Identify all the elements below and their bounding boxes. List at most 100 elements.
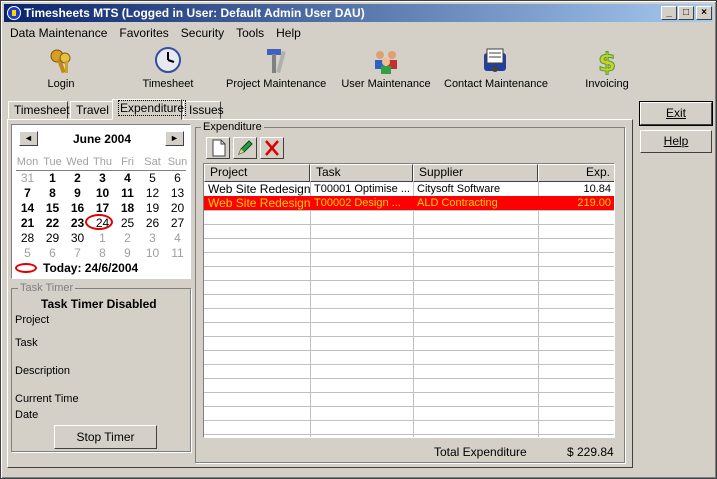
calendar-day[interactable]: 9 xyxy=(65,186,90,200)
menu-favorites[interactable]: Favorites xyxy=(113,24,174,42)
calendar-day[interactable]: 7 xyxy=(65,246,90,260)
calendar-day[interactable]: 13 xyxy=(165,186,190,200)
calendar-day[interactable]: 31 xyxy=(15,171,40,185)
minimize-button[interactable]: _ xyxy=(661,6,677,20)
today-label[interactable]: Today: 24/6/2004 xyxy=(43,261,138,275)
grid-row-line xyxy=(204,406,614,407)
calendar-day[interactable]: 6 xyxy=(40,246,65,260)
column-header-exp[interactable]: Exp. xyxy=(538,164,614,182)
calendar-day[interactable]: 2 xyxy=(65,171,90,185)
contact-maintenance-button[interactable]: Contact Maintenance xyxy=(444,45,548,95)
next-month-button[interactable]: ► xyxy=(165,131,184,146)
calendar-day[interactable]: 3 xyxy=(140,231,165,245)
column-header-task[interactable]: Task xyxy=(310,164,413,182)
calendar-day[interactable]: 17 xyxy=(90,201,115,215)
contact-maintenance-label: Contact Maintenance xyxy=(444,78,548,90)
app-icon[interactable] xyxy=(7,6,21,20)
cell-project: Web Site Redesign xyxy=(208,182,310,196)
calendar-day[interactable]: 10 xyxy=(90,186,115,200)
menu-tools[interactable]: Tools xyxy=(230,24,270,42)
calendar-day[interactable]: 11 xyxy=(165,246,190,260)
calendar-day[interactable]: 1 xyxy=(40,171,65,185)
maximize-button[interactable]: □ xyxy=(678,6,694,20)
calendar-day[interactable]: 15 xyxy=(40,201,65,215)
title-bar[interactable]: Timesheets MTS (Logged in User: Default … xyxy=(4,4,713,22)
cell-project: Web Site Redesign xyxy=(208,196,310,210)
grid-row-line xyxy=(204,392,614,393)
edit-expenditure-button[interactable] xyxy=(233,137,257,159)
calendar-day[interactable]: 21 xyxy=(15,216,40,230)
calendar-day[interactable]: 7 xyxy=(15,186,40,200)
timesheet-button[interactable]: Timesheet xyxy=(138,45,198,95)
calendar-day[interactable]: 28 xyxy=(15,231,40,245)
total-expenditure-label: Total Expenditure xyxy=(434,445,527,459)
calendar-day[interactable]: 22 xyxy=(40,216,65,230)
calendar-day[interactable]: 11 xyxy=(115,186,140,200)
grid-row-line xyxy=(204,280,614,281)
calendar-day[interactable]: 10 xyxy=(140,246,165,260)
calendar-day[interactable]: 19 xyxy=(140,201,165,215)
calendar-day[interactable]: 20 xyxy=(165,201,190,215)
calendar-day[interactable]: 8 xyxy=(90,246,115,260)
calendar-day[interactable]: 14 xyxy=(15,201,40,215)
close-button[interactable]: × xyxy=(696,6,712,20)
calendar-day[interactable]: 29 xyxy=(40,231,65,245)
cell-supplier: ALD Contracting xyxy=(417,197,498,209)
expenditure-group-label: Expenditure xyxy=(201,121,264,133)
calendar-day[interactable]: 5 xyxy=(140,171,165,185)
calendar-day[interactable]: 30 xyxy=(65,231,90,245)
menu-data-maintenance[interactable]: Data Maintenance xyxy=(4,24,113,42)
tab-issues[interactable]: Issues xyxy=(183,101,224,119)
calendar-day[interactable]: 5 xyxy=(15,246,40,260)
tools-icon xyxy=(261,47,291,75)
calendar-day[interactable]: 4 xyxy=(115,171,140,185)
calendar-day[interactable]: 9 xyxy=(115,246,140,260)
project-maintenance-label: Project Maintenance xyxy=(226,78,327,90)
calendar-day[interactable]: 1 xyxy=(90,231,115,245)
delete-expenditure-button[interactable] xyxy=(260,137,284,159)
column-header-supplier[interactable]: Supplier xyxy=(413,164,538,182)
project-maintenance-button[interactable]: Project Maintenance xyxy=(226,45,326,95)
calendar-day[interactable]: 27 xyxy=(165,216,190,230)
tab-travel[interactable]: Travel xyxy=(70,101,114,119)
calendar-day[interactable]: 16 xyxy=(65,201,90,215)
calendar-day[interactable]: 25 xyxy=(115,216,140,230)
help-button[interactable]: Help xyxy=(640,130,712,153)
grid-row-line xyxy=(204,420,614,421)
calendar-day[interactable]: 26 xyxy=(140,216,165,230)
toolbar: Login Timesheet Project Maintenance User… xyxy=(4,45,713,95)
table-row-selected[interactable]: Web Site Redesign T00002 Design ... ALD … xyxy=(204,196,614,210)
column-header-project[interactable]: Project xyxy=(204,164,310,182)
grid-row-line xyxy=(204,294,614,295)
calendar-month: June 2004 xyxy=(72,132,132,146)
calendar-day[interactable]: 12 xyxy=(140,186,165,200)
invoicing-label: Invoicing xyxy=(585,78,629,90)
edit-pencil-icon xyxy=(238,140,253,155)
table-row[interactable]: Web Site Redesign T00001 Optimise ... Ci… xyxy=(204,182,614,196)
clock-icon xyxy=(153,47,183,75)
calendar-day[interactable]: 4 xyxy=(165,231,190,245)
today-marker[interactable] xyxy=(15,263,37,273)
login-button[interactable]: Login xyxy=(36,45,86,95)
calendar-day[interactable]: 2 xyxy=(115,231,140,245)
stop-timer-button[interactable]: Stop Timer xyxy=(54,425,157,449)
dow-fri: Fri xyxy=(121,156,134,168)
menu-help[interactable]: Help xyxy=(270,24,307,42)
cell-supplier: Citysoft Software xyxy=(417,183,501,195)
calendar-day[interactable]: 8 xyxy=(40,186,65,200)
calendar-day[interactable]: 18 xyxy=(115,201,140,215)
prev-month-button[interactable]: ◄ xyxy=(19,131,38,146)
tab-timesheet[interactable]: Timesheet xyxy=(8,101,70,119)
invoicing-button[interactable]: $ Invoicing xyxy=(579,45,635,95)
calendar-day[interactable]: 3 xyxy=(90,171,115,185)
calendar: ◄ June 2004 ► Mon Tue Wed Thu Fri Sat Sun 31 1 2… xyxy=(11,124,191,279)
cell-exp: 10.84 xyxy=(583,183,611,195)
menu-bar: Data Maintenance Favorites Security Tools He… xyxy=(4,24,704,42)
tab-expenditure[interactable]: Expenditure xyxy=(112,99,187,120)
new-expenditure-button[interactable] xyxy=(206,137,230,159)
menu-security[interactable]: Security xyxy=(175,24,230,42)
calendar-day[interactable]: 6 xyxy=(165,171,190,185)
exit-button[interactable]: Exit xyxy=(639,101,713,126)
user-maintenance-button[interactable]: User Maintenance xyxy=(341,45,431,95)
rolodex-icon xyxy=(480,47,510,75)
